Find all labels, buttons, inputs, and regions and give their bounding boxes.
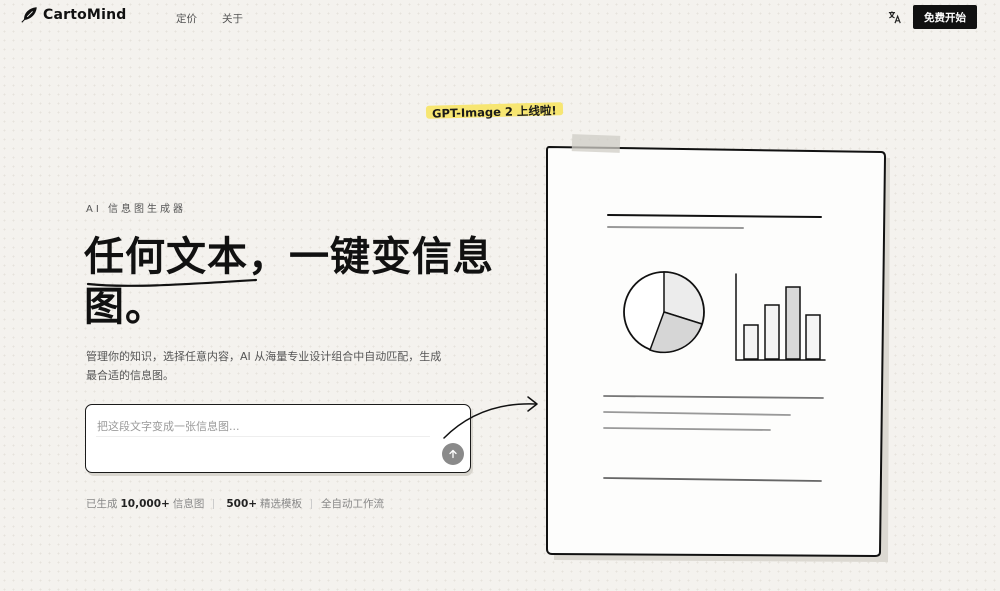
start-free-button[interactable]: 免费开始	[913, 5, 977, 29]
stat-workflow-label: 全自动工作流	[321, 498, 385, 510]
tape-strip	[571, 134, 621, 153]
stat-generated-count: 10,000+	[120, 497, 170, 510]
prompt-input[interactable]	[97, 415, 457, 437]
arrow-doodle	[443, 396, 538, 439]
arrow-up-icon	[449, 449, 457, 459]
stats-divider	[213, 498, 215, 509]
nav-link-pricing[interactable]: 定价	[176, 11, 197, 26]
brand-name: CartoMind	[43, 7, 127, 23]
pie-chart-doodle	[623, 271, 705, 354]
prompt-box	[85, 404, 471, 473]
paper-sheet	[546, 145, 887, 558]
stat-templates-count: 500+	[226, 497, 258, 510]
stats-row: 已生成 10,000+ 信息图 500+ 精选模板 全自动工作流	[86, 496, 384, 511]
top-nav: CartoMind 定价 关于 免费开始	[0, 0, 1000, 36]
prompt-divider	[96, 436, 430, 437]
infographic-illustration	[546, 134, 890, 562]
title-underline-doodle	[86, 278, 258, 287]
hero-eyebrow: AI 信息图生成器	[86, 204, 186, 215]
stat-templates-label: 精选模板	[260, 498, 303, 510]
stat-generated-suffix: 信息图	[172, 498, 205, 510]
badge-text: GPT-Image 2 上线啦!	[431, 103, 557, 121]
translate-icon	[888, 11, 901, 24]
brand-logo[interactable]: CartoMind	[20, 6, 126, 24]
announcement-badge: GPT-Image 2 上线啦!	[425, 99, 563, 121]
language-button[interactable]	[886, 8, 904, 26]
feather-icon	[21, 7, 37, 23]
hero-subtitle: 管理你的知识，选择任意内容，AI 从海量专业设计组合中自动匹配，生成最合适的信息…	[86, 350, 442, 382]
stat-generated-prefix: 已生成	[86, 498, 118, 510]
nav-link-about[interactable]: 关于	[222, 11, 243, 26]
stats-divider	[311, 498, 313, 509]
send-button[interactable]	[442, 443, 464, 465]
